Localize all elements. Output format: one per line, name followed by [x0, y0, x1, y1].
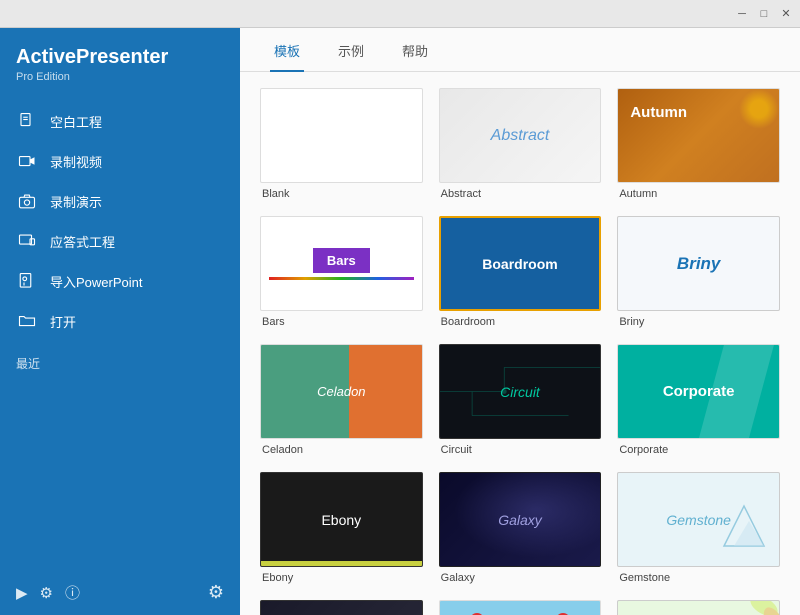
template-thumb-corporate: Corporate	[617, 344, 780, 439]
template-bars[interactable]: Bars Bars	[260, 216, 423, 328]
corporate-label: Corporate	[663, 383, 735, 400]
sidebar-item-import-ppt[interactable]: 导入PowerPoint	[0, 261, 240, 301]
tab-examples[interactable]: 示例	[334, 31, 368, 72]
bars-decoration	[269, 277, 414, 280]
sidebar-item-responsive-project[interactable]: 应答式工程	[0, 221, 240, 261]
template-boardroom[interactable]: Boardroom Boardroom	[439, 216, 602, 328]
abstract-label: Abstract	[491, 127, 550, 145]
template-name-bars: Bars	[260, 316, 423, 328]
youtube-icon[interactable]: ▶	[16, 584, 28, 602]
template-thumb-circuit: Circuit	[439, 344, 602, 439]
bars-label: Bars	[313, 248, 370, 273]
tab-help[interactable]: 帮助	[398, 31, 432, 72]
sidebar-item-open[interactable]: 打开	[0, 301, 240, 341]
template-name-blank: Blank	[260, 188, 423, 200]
template-thumb-autumn: Autumn	[617, 88, 780, 183]
camera-icon	[16, 190, 38, 212]
template-thumb-boardroom: Boardroom	[439, 216, 602, 311]
boardroom-label: Boardroom	[482, 256, 557, 272]
gemstone-triangles	[719, 501, 769, 556]
template-name-autumn: Autumn	[617, 188, 780, 200]
tabs-bar: 模板 示例 帮助	[240, 28, 800, 72]
galaxy-label: Galaxy	[498, 512, 542, 528]
gear-icon[interactable]: ⚙	[208, 582, 224, 603]
ebony-accent	[261, 561, 422, 566]
file-icon	[16, 110, 38, 132]
tab-templates[interactable]: 模板	[270, 31, 304, 72]
video-icon	[16, 150, 38, 172]
template-thumb-gemstone: Gemstone	[617, 472, 780, 567]
content-area: 模板 示例 帮助 Blank Abstract Abstract	[240, 28, 800, 615]
template-grassland[interactable]: Grassland Grassland	[439, 600, 602, 615]
sidebar: ActivePresenter Pro Edition 空白工程 录制视频	[0, 28, 240, 615]
template-thumb-celadon: Celadon	[260, 344, 423, 439]
info-icon[interactable]: ⓘ	[65, 582, 80, 603]
sidebar-footer: ▶ ⚙ ⓘ ⚙	[0, 570, 240, 615]
sidebar-header: ActivePresenter Pro Edition	[0, 28, 240, 93]
template-thumb-galaxy: Galaxy	[439, 472, 602, 567]
template-name-abstract: Abstract	[439, 188, 602, 200]
template-name-boardroom: Boardroom	[439, 316, 602, 328]
template-autumn[interactable]: Autumn Autumn	[617, 88, 780, 200]
template-gemstone[interactable]: Gemstone Gemstone	[617, 472, 780, 584]
template-gloaming[interactable]: Gloaming Gloaming	[260, 600, 423, 615]
template-ebony[interactable]: Ebony Ebony	[260, 472, 423, 584]
templates-grid: Blank Abstract Abstract Autumn Autumn	[260, 88, 780, 615]
template-galaxy[interactable]: Galaxy Galaxy	[439, 472, 602, 584]
ebony-label: Ebony	[321, 512, 361, 528]
app-subtitle: Pro Edition	[16, 71, 224, 83]
sidebar-menu: 空白工程 录制视频 录制演示 应答式工程	[0, 93, 240, 570]
sidebar-item-record-demo[interactable]: 录制演示	[0, 181, 240, 221]
template-corporate[interactable]: Corporate Corporate	[617, 344, 780, 456]
autumn-decoration	[739, 89, 779, 129]
templates-area: Blank Abstract Abstract Autumn Autumn	[240, 72, 800, 615]
ppt-icon	[16, 270, 38, 292]
template-leaves[interactable]: Leaves Leaves	[617, 600, 780, 615]
template-thumb-abstract: Abstract	[439, 88, 602, 183]
app-title: ActivePresenter	[16, 46, 224, 69]
template-thumb-briny: Briny	[617, 216, 780, 311]
template-abstract[interactable]: Abstract Abstract	[439, 88, 602, 200]
template-thumb-leaves: Leaves	[617, 600, 780, 615]
template-thumb-ebony: Ebony	[260, 472, 423, 567]
template-circuit[interactable]: Circuit Circuit	[439, 344, 602, 456]
responsive-icon	[16, 230, 38, 252]
template-blank[interactable]: Blank	[260, 88, 423, 200]
close-button[interactable]: ✕	[778, 6, 794, 22]
template-name-corporate: Corporate	[617, 444, 780, 456]
recent-label: 最近	[0, 341, 240, 376]
template-thumb-gloaming: Gloaming	[260, 600, 423, 615]
circuit-label: Circuit	[500, 384, 540, 400]
template-name-gemstone: Gemstone	[617, 572, 780, 584]
sidebar-item-blank-project[interactable]: 空白工程	[0, 101, 240, 141]
celadon-label: Celadon	[317, 384, 365, 399]
main-layout: ActivePresenter Pro Edition 空白工程 录制视频	[0, 28, 800, 615]
template-thumb-grassland: Grassland	[439, 600, 602, 615]
template-name-circuit: Circuit	[439, 444, 602, 456]
template-name-celadon: Celadon	[260, 444, 423, 456]
titlebar: ─ □ ✕	[0, 0, 800, 28]
maximize-button[interactable]: □	[756, 6, 772, 22]
template-celadon[interactable]: Celadon Celadon	[260, 344, 423, 456]
folder-icon	[16, 310, 38, 332]
template-briny[interactable]: Briny Briny	[617, 216, 780, 328]
template-name-briny: Briny	[617, 316, 780, 328]
briny-label: Briny	[677, 254, 720, 274]
minimize-button[interactable]: ─	[734, 6, 750, 22]
template-thumb-blank	[260, 88, 423, 183]
template-name-galaxy: Galaxy	[439, 572, 602, 584]
template-thumb-bars: Bars	[260, 216, 423, 311]
autumn-label: Autumn	[630, 104, 687, 121]
leaves-decoration	[719, 601, 779, 615]
puzzle-icon[interactable]: ⚙	[40, 584, 53, 602]
template-name-ebony: Ebony	[260, 572, 423, 584]
sidebar-item-record-video[interactable]: 录制视频	[0, 141, 240, 181]
